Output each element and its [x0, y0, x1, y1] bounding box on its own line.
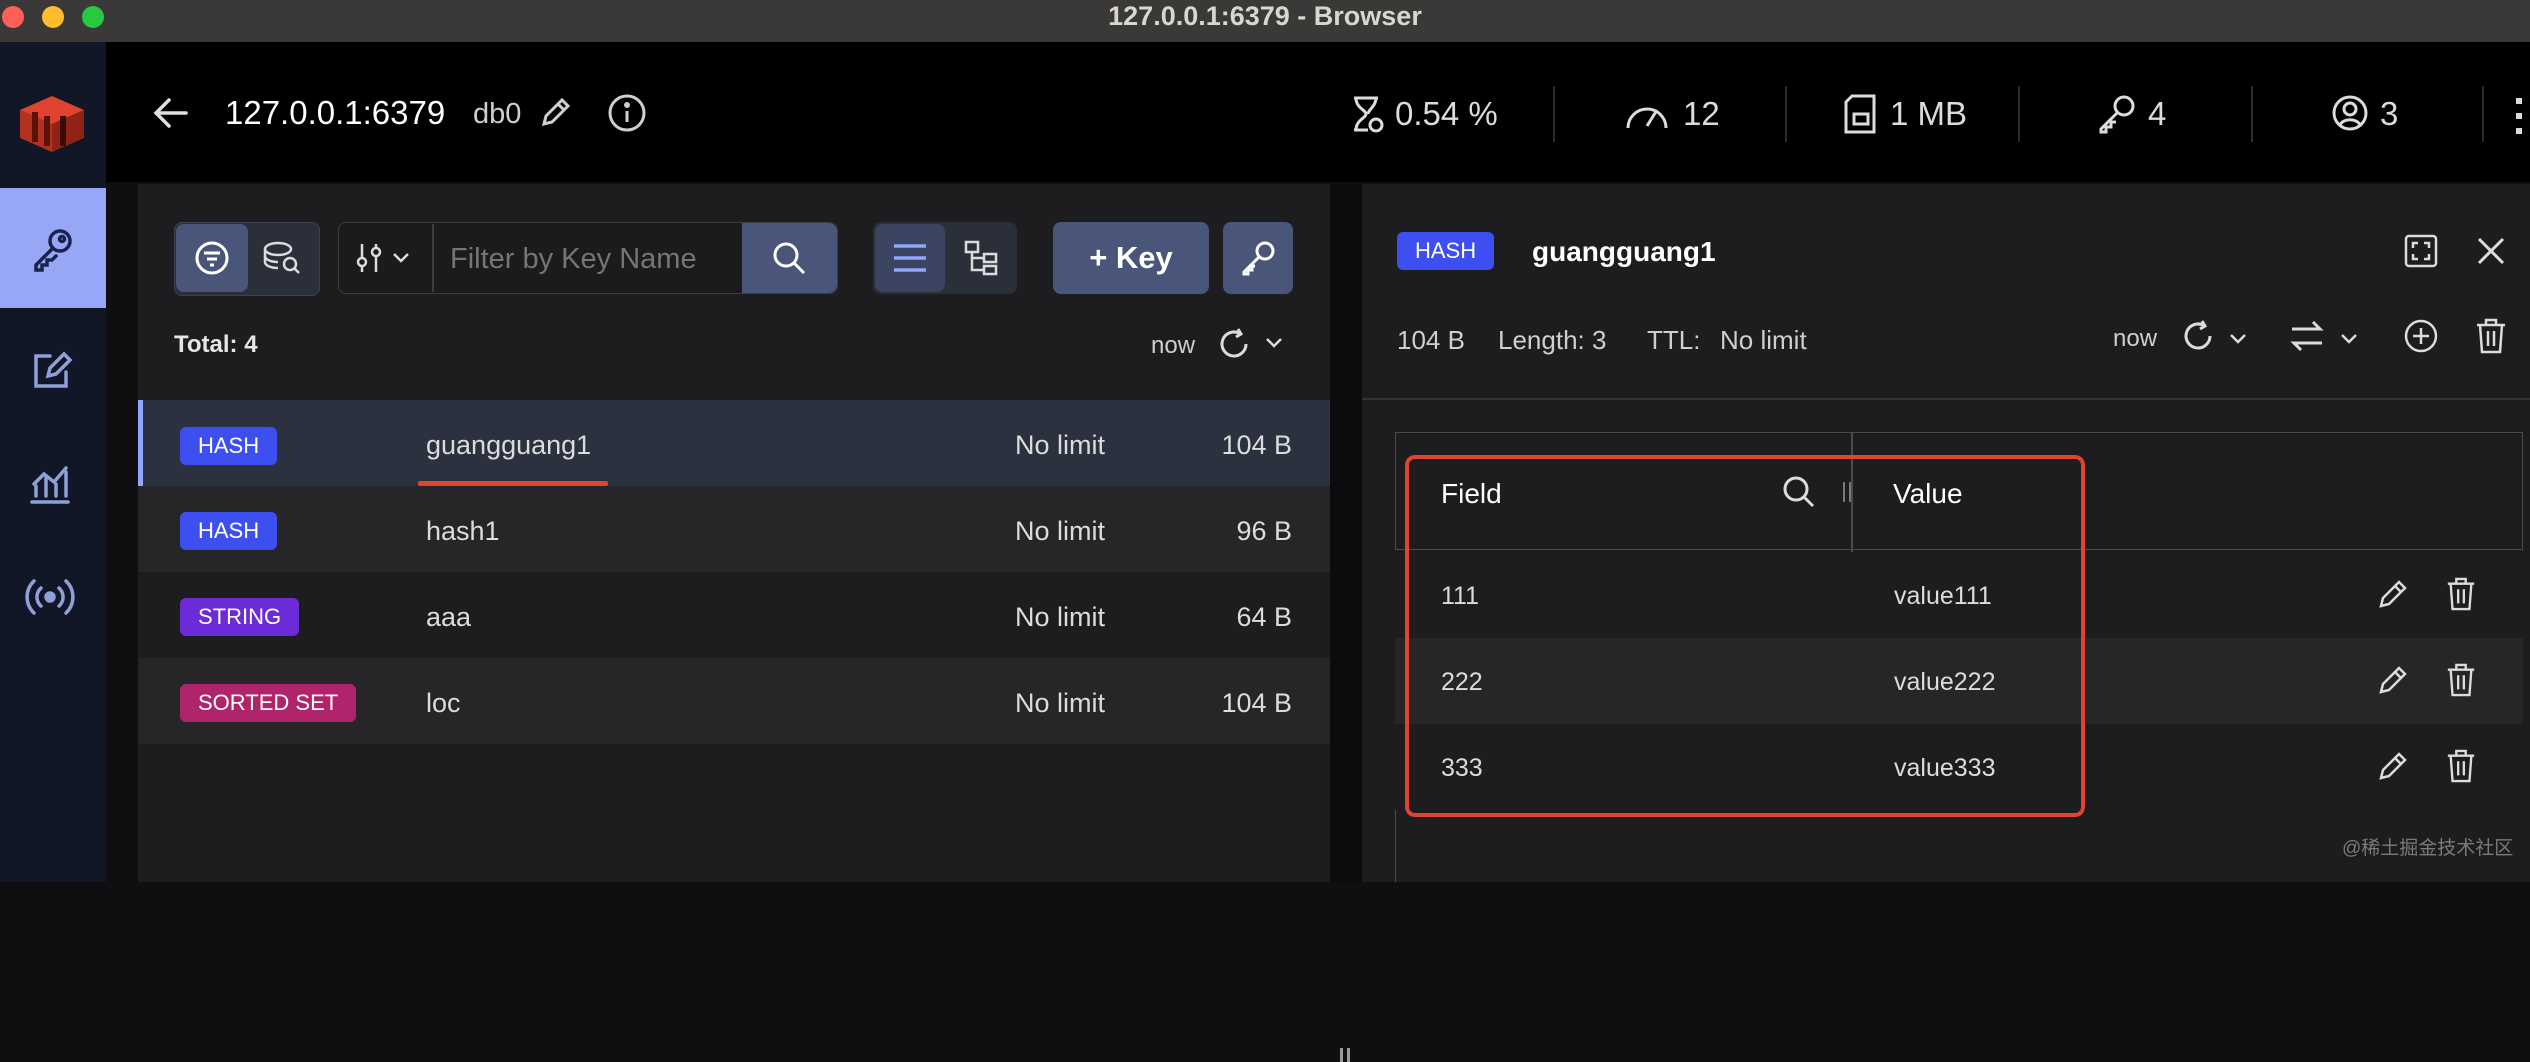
- key-type-badge: STRING: [180, 598, 300, 636]
- table-row[interactable]: STRING aaa No limit 64 B: [138, 572, 1330, 658]
- nav-workbench-icon[interactable]: [28, 346, 76, 394]
- search-input[interactable]: [448, 226, 742, 292]
- search-button[interactable]: [742, 223, 837, 293]
- list-view-button[interactable]: [875, 224, 945, 292]
- delete-field-trash-icon[interactable]: [2445, 662, 2477, 698]
- database-header: [106, 42, 2530, 182]
- key-icon: [28, 224, 78, 274]
- nav-analysis-icon[interactable]: [26, 460, 74, 508]
- add-key-button[interactable]: + Key: [1053, 222, 1209, 294]
- tree-view-icon[interactable]: [964, 240, 998, 276]
- resize-handle: [1347, 1048, 1350, 1062]
- more-vertical-icon[interactable]: [2514, 96, 2524, 136]
- bulk-actions-button[interactable]: [1223, 222, 1293, 294]
- connected-clients: 3: [2380, 95, 2399, 132]
- stat-divider: [1553, 86, 1555, 142]
- filter-circle-icon: [194, 240, 230, 276]
- detail-divider: [1362, 398, 2530, 400]
- edit-field-pencil-icon[interactable]: [2377, 664, 2409, 696]
- detail-size: 104 B: [1397, 325, 1465, 355]
- stat-divider: [2482, 86, 2484, 142]
- wrench-icon: [1239, 239, 1277, 277]
- app-navigation: [0, 42, 106, 882]
- detail-ttl-value[interactable]: No limit: [1720, 325, 1807, 356]
- info-icon[interactable]: [607, 93, 647, 133]
- key-type-badge: HASH: [180, 427, 278, 465]
- selected-indicator: [138, 400, 143, 486]
- detail-key-type-badge: HASH: [1397, 232, 1495, 270]
- speedometer-icon: [1624, 96, 1670, 132]
- key-ttl: No limit: [1015, 430, 1106, 460]
- delete-field-trash-icon[interactable]: [2445, 748, 2477, 784]
- filter-mode-button[interactable]: [176, 224, 248, 292]
- redis-logo-icon: [12, 82, 92, 162]
- detail-refresh-chevron-icon[interactable]: [2228, 332, 2248, 346]
- search-icon: [771, 240, 807, 276]
- nav-browser[interactable]: [0, 188, 106, 308]
- watermark: @稀土掘金技术社区: [2342, 838, 2514, 859]
- key-name: guangguang1: [426, 430, 592, 460]
- memory-used: 1 MB: [1890, 95, 1968, 132]
- key-type-filter-icon[interactable]: [354, 240, 414, 276]
- search-divider: [432, 224, 434, 292]
- key-type-badge: HASH: [180, 512, 278, 550]
- table-row[interactable]: SORTED SET loc No limit 104 B: [138, 658, 1330, 744]
- edit-field-pencil-icon[interactable]: [2377, 578, 2409, 610]
- window-titlebar: 127.0.0.1:6379 - Browser: [0, 0, 2530, 42]
- key-ttl: No limit: [1015, 602, 1106, 632]
- table-row[interactable]: HASH hash1 No limit 96 B: [138, 486, 1330, 572]
- back-arrow-icon[interactable]: [152, 94, 190, 132]
- detail-refresh-icon[interactable]: [2180, 318, 2216, 354]
- detail-ttl-label: TTL:: [1647, 325, 1701, 355]
- memory-icon: [1842, 94, 1878, 134]
- key-name: hash1: [426, 516, 500, 546]
- detail-last-refresh: now: [2113, 325, 2158, 352]
- keys-count-icon: [2096, 92, 2138, 134]
- refresh-icon[interactable]: [1216, 326, 1252, 362]
- list-view-icon: [892, 242, 928, 274]
- delete-key-icon[interactable]: [2474, 317, 2508, 355]
- key-size: 104 B: [1221, 430, 1292, 460]
- key-type-badge: SORTED SET: [180, 684, 357, 722]
- key-ttl: No limit: [1015, 688, 1106, 718]
- delete-field-trash-icon[interactable]: [2445, 576, 2477, 612]
- cpu-icon: [1348, 94, 1384, 134]
- stat-divider: [1785, 86, 1787, 142]
- resize-handle: [1340, 1048, 1343, 1062]
- refresh-options-chevron-icon[interactable]: [1264, 336, 1284, 350]
- nav-pubsub-icon[interactable]: [22, 572, 78, 622]
- key-size: 64 B: [1236, 602, 1292, 632]
- stat-divider: [2018, 86, 2020, 142]
- stat-divider: [2251, 86, 2253, 142]
- cpu-usage: 0.54 %: [1395, 95, 1498, 132]
- add-field-icon[interactable]: [2403, 318, 2439, 354]
- format-switch-icon[interactable]: [2290, 318, 2324, 354]
- connection-host: 127.0.0.1:6379: [225, 94, 446, 131]
- format-chevron-icon[interactable]: [2339, 332, 2359, 346]
- total-keys: Total: 4: [174, 331, 258, 358]
- database-index: db0: [473, 98, 522, 130]
- window-title: 127.0.0.1:6379 - Browser: [1108, 1, 1422, 31]
- edit-db-pencil-icon[interactable]: [540, 96, 572, 128]
- user-circle-icon: [2331, 94, 2369, 132]
- edit-field-pencil-icon[interactable]: [2377, 750, 2409, 782]
- key-size: 104 B: [1221, 688, 1292, 718]
- ops-per-second: 12: [1683, 95, 1720, 132]
- fullscreen-icon[interactable]: [2404, 234, 2438, 268]
- detail-length: Length: 3: [1498, 325, 1607, 355]
- keys-count: 4: [2148, 95, 2167, 132]
- detail-key-name[interactable]: guangguang1: [1532, 236, 1716, 268]
- panel-resizer[interactable]: [1330, 184, 1362, 1062]
- key-name: loc: [426, 688, 461, 718]
- table-row[interactable]: HASH guangguang1 No limit 104 B: [138, 400, 1330, 486]
- key-name: aaa: [426, 602, 472, 632]
- key-ttl: No limit: [1015, 516, 1106, 546]
- search-db-icon[interactable]: [262, 240, 302, 276]
- key-size: 96 B: [1236, 516, 1292, 546]
- highlight-annotation-box: [1405, 455, 2085, 817]
- last-refresh: now: [1151, 332, 1196, 359]
- close-icon[interactable]: [2476, 236, 2506, 266]
